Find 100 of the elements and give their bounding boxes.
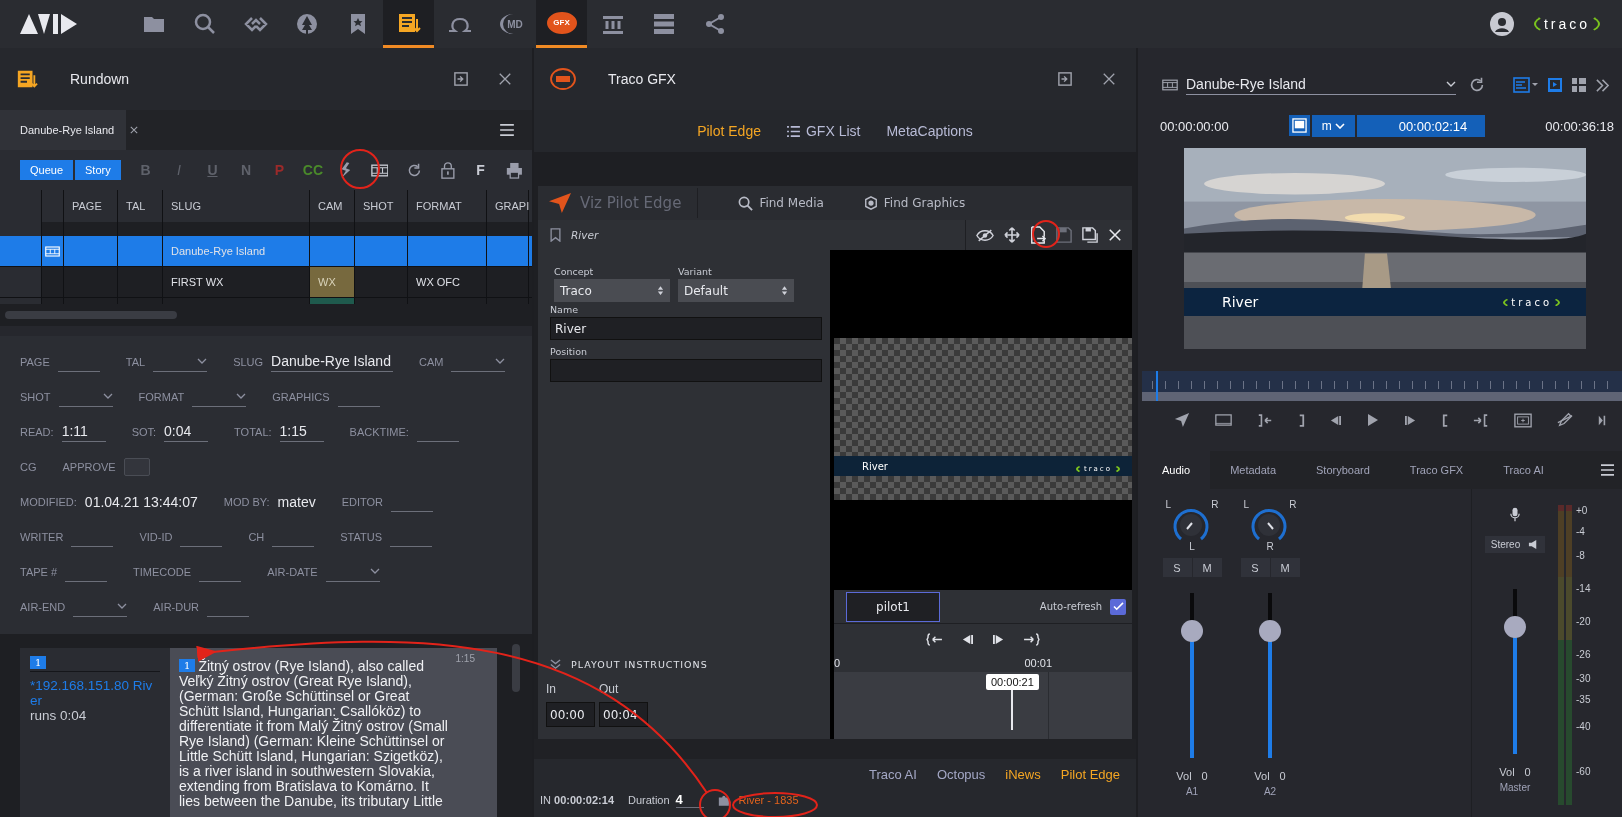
collapse-icon[interactable] <box>550 659 561 670</box>
timeline-scrubber[interactable] <box>1142 371 1622 401</box>
duration-field[interactable]: 4 <box>675 792 704 808</box>
refresh-icon[interactable] <box>1468 76 1486 94</box>
undock-icon[interactable] <box>454 72 468 86</box>
film-strip-icon[interactable] <box>1215 414 1233 426</box>
go-to-out-icon[interactable] <box>1256 413 1273 427</box>
solo-button[interactable]: S <box>1240 558 1270 577</box>
column-header[interactable]: TAL <box>118 190 163 222</box>
mark-out-icon[interactable] <box>1297 413 1305 427</box>
play-window-icon[interactable] <box>1547 77 1563 93</box>
script-text[interactable]: $^{1}$ Žitný ostrov (Rye Island), also called Veľký Žitný ostrov (Great Rye Island), (German: Große Schüttinsel or Great Schütt Island, Hungarian: Csallóköz) to differentiate it from Malý Žitný ostrov (Small Rye Island) (German: Kleine Schüttinsel or Little Schütt Island, Hungarian: Szigetköz), is a river island in southwestern Slovakia, extending from Bratislava to Komárno. It lies between the Danube, its tributary Little <box>179 658 451 809</box>
source-link[interactable]: Traco AI <box>868 767 917 782</box>
mute-button[interactable]: M <box>1270 558 1300 577</box>
rundown-row[interactable]: FIRST WX WX WX OFC <box>0 267 532 298</box>
plugin-tab[interactable]: GFX List <box>787 123 861 139</box>
view-mode-button[interactable]: Story <box>75 160 121 180</box>
split-panel-icon[interactable] <box>1571 77 1587 93</box>
app-button[interactable] <box>383 0 434 48</box>
time-field[interactable]: 00:00 <box>546 702 595 727</box>
film-strip-icon[interactable] <box>370 163 389 177</box>
play-icon[interactable] <box>1367 413 1380 427</box>
microphone-icon[interactable] <box>1510 507 1520 522</box>
display-icon[interactable] <box>1288 115 1310 136</box>
text-field[interactable]: River <box>550 317 822 340</box>
go-to-start-icon[interactable] <box>926 632 943 646</box>
panel-tab[interactable]: Storyboard <box>1296 451 1390 489</box>
timeline-track[interactable]: 00:00:21 <box>834 672 1132 739</box>
column-header[interactable]: FORMAT <box>408 190 487 222</box>
clip-dropdown[interactable]: Danube-Rye Island <box>1186 75 1456 95</box>
plugin-tab[interactable]: MetaCaptions <box>886 123 973 139</box>
step-forward-icon[interactable] <box>1403 414 1417 426</box>
step-forward-icon[interactable] <box>992 633 1005 645</box>
timecode-mode-dropdown[interactable]: m <box>1311 115 1355 137</box>
column-header[interactable]: PAGE <box>64 190 118 222</box>
panel-tab[interactable]: Audio <box>1142 451 1211 489</box>
checkbox[interactable] <box>123 457 150 476</box>
source-link[interactable]: Pilot Edge <box>1060 767 1120 782</box>
layout-dropdown-icon[interactable] <box>1513 77 1539 93</box>
send-icon[interactable] <box>1174 412 1191 428</box>
text-field[interactable] <box>550 359 822 382</box>
add-marker-icon[interactable] <box>1514 412 1533 428</box>
close-icon[interactable] <box>498 72 512 86</box>
format-button[interactable]: F <box>463 162 498 178</box>
scrollbar-thumb[interactable] <box>512 644 520 692</box>
select-field[interactable]: Traco <box>554 279 670 302</box>
channel-mode-button[interactable]: Stereo <box>1484 536 1546 553</box>
text-field[interactable]: Danube-Rye Island <box>271 351 393 372</box>
text-field[interactable]: 0:04 <box>164 421 209 442</box>
column-header[interactable]: CAM <box>310 190 355 222</box>
menu-icon[interactable] <box>1601 464 1614 476</box>
checkbox[interactable] <box>1110 598 1126 615</box>
pen-off-icon[interactable] <box>1556 412 1573 428</box>
element-link[interactable]: River - 1835 <box>738 794 799 806</box>
more-icon[interactable] <box>1597 413 1606 427</box>
close-icon[interactable] <box>1102 72 1116 86</box>
go-to-in-icon[interactable] <box>1473 413 1490 427</box>
field-label: MODIFIED: <box>20 495 77 508</box>
move-icon[interactable] <box>1004 227 1020 243</box>
view-mode-button[interactable]: Queue <box>20 160 74 180</box>
search-tab[interactable]: Find Graphics <box>863 196 966 210</box>
channel-field[interactable]: pilot1 <box>846 591 940 622</box>
plugin-tab[interactable]: Pilot Edge <box>697 123 761 139</box>
solo-button[interactable]: S <box>1162 558 1192 577</box>
text-field[interactable]: 1:15 <box>279 421 324 442</box>
go-to-end-icon[interactable] <box>1023 632 1040 646</box>
source-link[interactable]: Octopus <box>936 767 986 782</box>
column-header[interactable]: GRAPI <box>487 190 529 222</box>
close-tab-icon[interactable] <box>130 126 139 134</box>
print-icon[interactable] <box>506 161 524 179</box>
column-header[interactable]: SHOT <box>355 190 408 222</box>
search-tab[interactable]: Find Media <box>738 195 824 211</box>
playhead[interactable] <box>1156 371 1159 401</box>
app-button[interactable]: GFX <box>536 0 587 48</box>
save-as-icon[interactable] <box>1082 227 1098 243</box>
duration-time: 00:00:36:18 <box>1545 118 1614 134</box>
step-back-icon[interactable] <box>961 633 974 645</box>
panel-tab[interactable]: Traco GFX <box>1389 451 1484 489</box>
lock-icon[interactable] <box>441 161 455 179</box>
step-back-icon[interactable] <box>1329 414 1343 426</box>
user-avatar-icon[interactable] <box>1489 12 1514 36</box>
column-header[interactable]: SLUG <box>163 190 310 222</box>
select-field[interactable]: Default <box>678 279 794 302</box>
expand-icon[interactable] <box>1595 77 1610 93</box>
save-icon[interactable] <box>1056 227 1072 243</box>
menu-icon[interactable] <box>500 124 514 136</box>
time-field[interactable]: 00:04 <box>599 702 648 727</box>
document-tab[interactable]: Danube-Rye Island <box>0 110 127 150</box>
app-button[interactable]: MD <box>485 0 536 48</box>
export-file-icon[interactable] <box>1030 226 1046 244</box>
mute-button[interactable]: M <box>1192 558 1222 577</box>
hidden-eye-icon[interactable] <box>976 228 994 242</box>
panel-tab[interactable]: Metadata <box>1210 451 1296 489</box>
scrollbar-thumb[interactable] <box>5 311 177 319</box>
mark-in-icon[interactable] <box>1441 413 1449 427</box>
refresh-icon[interactable] <box>406 161 423 179</box>
source-link[interactable]: iNews <box>1005 767 1041 782</box>
panel-tab[interactable]: Traco AI <box>1483 451 1564 489</box>
undock-icon[interactable] <box>1058 72 1072 86</box>
text-field[interactable]: 1:11 <box>61 421 106 442</box>
